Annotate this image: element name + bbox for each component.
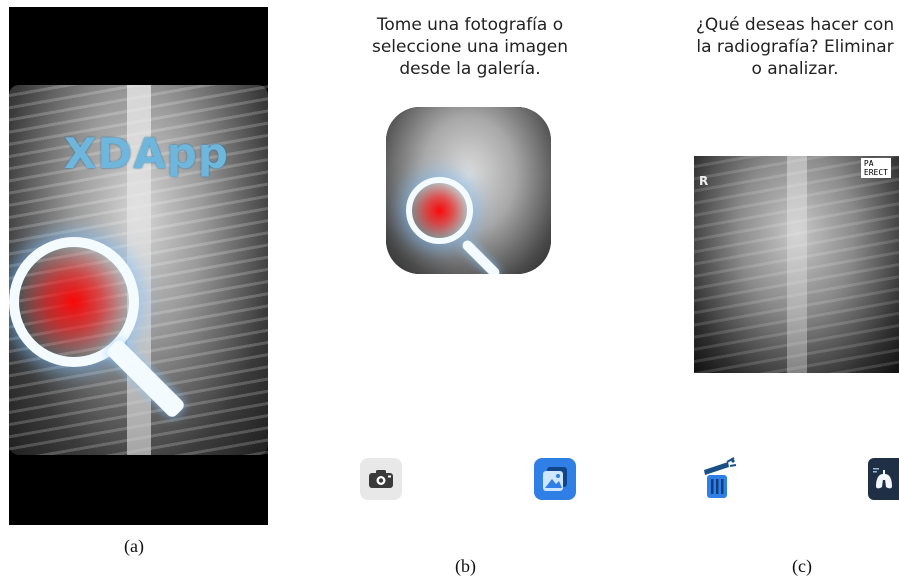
camera-icon bbox=[369, 470, 393, 488]
lungs-icon bbox=[872, 468, 892, 489]
xray-label: PA ERECT bbox=[860, 158, 891, 178]
app-logo bbox=[386, 107, 551, 274]
caption-c: (c) bbox=[792, 556, 812, 576]
logo-magnifier-icon bbox=[406, 177, 473, 244]
caption-a: (a) bbox=[124, 536, 144, 556]
xray-marker-r: R bbox=[699, 174, 709, 188]
app-name: XDApp bbox=[64, 129, 229, 178]
analyze-button[interactable] bbox=[868, 458, 899, 500]
caption-b: (b) bbox=[455, 556, 476, 576]
trash-icon bbox=[704, 457, 737, 498]
splash-screen: XDApp bbox=[9, 7, 268, 525]
gallery-button[interactable] bbox=[534, 458, 576, 500]
gallery-icon bbox=[543, 467, 567, 491]
selected-xray-image: R PA ERECT bbox=[694, 156, 899, 373]
instruction-text: Tome una fotografía o seleccione una ima… bbox=[371, 15, 569, 79]
delete-button[interactable] bbox=[694, 455, 738, 501]
camera-button[interactable] bbox=[360, 458, 402, 500]
question-text: ¿Qué deseas hacer con la radiografía? El… bbox=[695, 15, 895, 79]
